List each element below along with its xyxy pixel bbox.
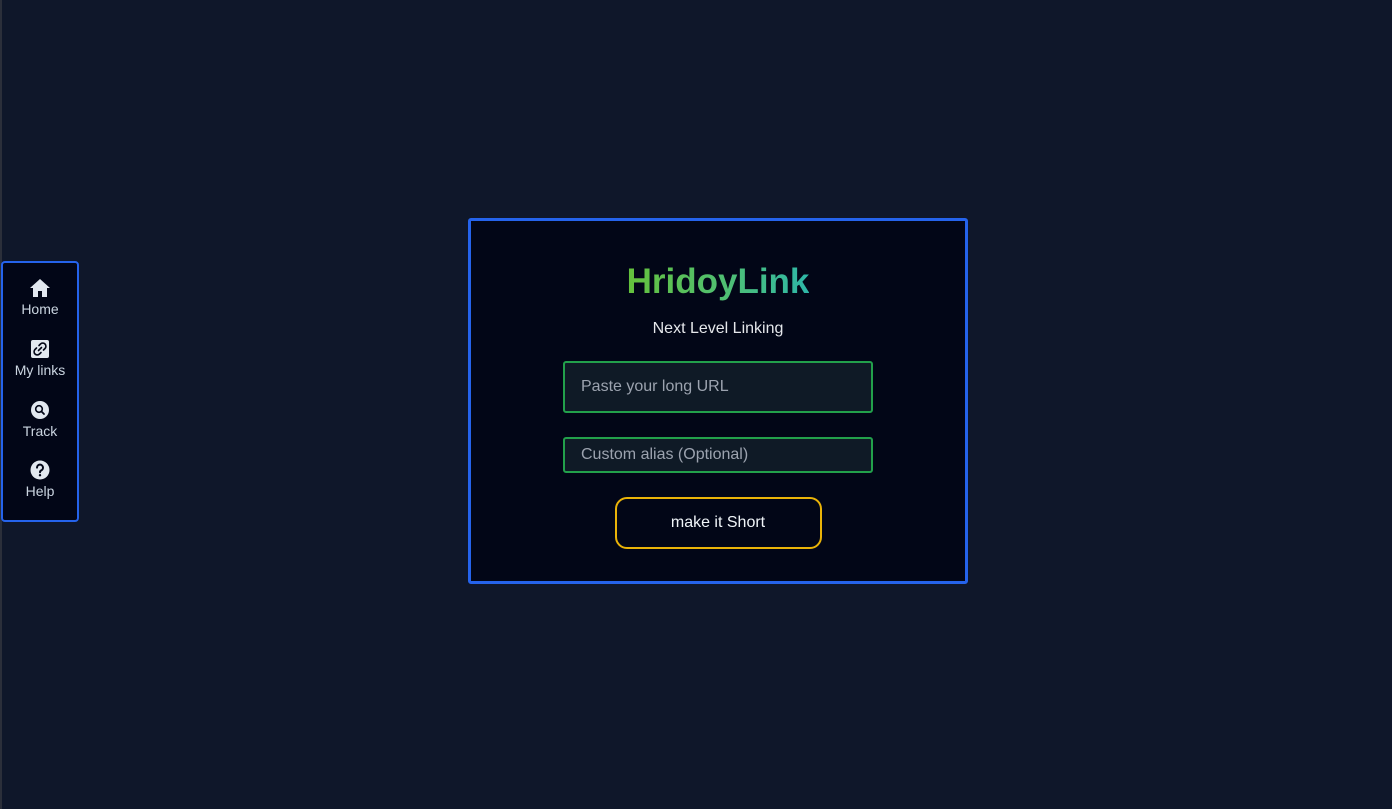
nav-item-label: Track [22, 422, 58, 439]
nav-item-label: Home [21, 301, 59, 317]
nav-item-track[interactable]: Track [23, 399, 57, 460]
nav-item-my-links[interactable]: My links [14, 338, 66, 399]
search-icon [29, 399, 51, 421]
nav-item-label: My links [14, 361, 66, 378]
nav-item-home[interactable]: Home [21, 277, 59, 338]
help-icon [29, 459, 51, 481]
nav-item-help[interactable]: Help [25, 459, 55, 520]
home-icon [29, 277, 51, 299]
make-short-button[interactable]: make it Short [614, 497, 822, 549]
nav-item-label: Help [25, 483, 55, 500]
side-nav: Home My links Track Help [1, 261, 79, 522]
shortener-card: HridoyLink Next Level Linking make it Sh… [468, 218, 968, 584]
long-url-input[interactable] [563, 361, 873, 413]
tagline: Next Level Linking [652, 320, 784, 337]
custom-alias-input[interactable] [563, 437, 873, 473]
brand-title: HridoyLink [626, 262, 810, 301]
link-icon [29, 338, 51, 360]
